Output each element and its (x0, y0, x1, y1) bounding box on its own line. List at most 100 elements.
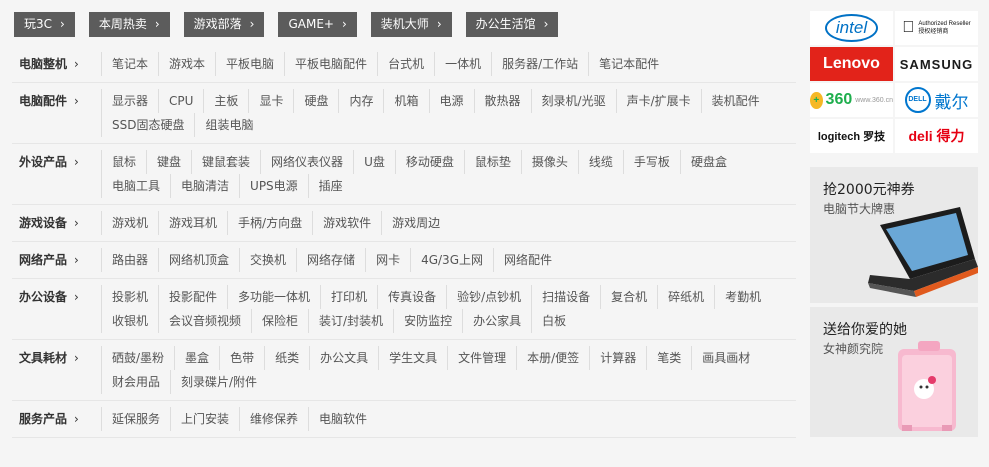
tag-weekly-hot[interactable]: 本周热卖 › (88, 12, 170, 37)
category-link[interactable]: 网络存储 (296, 248, 365, 272)
category-link[interactable]: 组装电脑 (194, 113, 263, 137)
category-link[interactable]: 验钞/点钞机 (446, 285, 531, 309)
category-link[interactable]: 刻录碟片/附件 (170, 370, 267, 394)
category-link[interactable]: 4G/3G上网 (410, 248, 493, 272)
brand-intel[interactable]: intel (810, 11, 893, 45)
category-link[interactable]: 路由器 (101, 248, 158, 272)
category-link[interactable]: 平板电脑配件 (284, 52, 377, 76)
category-link[interactable]: 计算器 (589, 346, 646, 370)
category-link[interactable]: 线缆 (577, 150, 623, 174)
category-link[interactable]: UPS电源 (239, 174, 308, 198)
category-title[interactable]: 办公设备 › (12, 285, 101, 309)
category-title[interactable]: 游戏设备 › (12, 211, 101, 235)
category-link[interactable]: 电脑清洁 (170, 174, 239, 198)
category-link[interactable]: 手柄/方向盘 (227, 211, 312, 235)
tag-wan3c[interactable]: 玩3C › (14, 12, 75, 37)
category-link[interactable]: 投影机 (101, 285, 158, 309)
category-link[interactable]: 网络机顶盒 (158, 248, 239, 272)
category-link[interactable]: 装订/封装机 (308, 309, 393, 333)
category-link[interactable]: 画具画材 (691, 346, 760, 370)
category-link[interactable]: 传真设备 (377, 285, 446, 309)
category-link[interactable]: 考勤机 (714, 285, 771, 309)
category-link[interactable]: 电脑软件 (308, 407, 377, 431)
category-link[interactable]: 白板 (531, 309, 576, 333)
category-link[interactable]: 一体机 (434, 52, 491, 76)
category-title[interactable]: 外设产品 › (12, 150, 101, 174)
brand-deli[interactable]: deli 得力 (895, 119, 978, 153)
category-link[interactable]: 手写板 (622, 150, 680, 174)
category-link[interactable]: 插座 (307, 174, 353, 198)
category-link[interactable]: 网卡 (365, 248, 410, 272)
category-link[interactable]: SSD固态硬盘 (101, 113, 194, 137)
category-link[interactable]: 安防监控 (393, 309, 462, 333)
category-link[interactable]: CPU (158, 89, 203, 113)
category-link[interactable]: 办公文具 (309, 346, 378, 370)
category-link[interactable]: 笔类 (646, 346, 691, 370)
category-link[interactable]: 鼠标 (101, 150, 146, 174)
category-link[interactable]: 键鼠套装 (191, 150, 260, 174)
brand-samsung[interactable]: SAMSUNG (895, 47, 978, 81)
category-link[interactable]: 纸类 (264, 346, 309, 370)
category-link[interactable]: 会议音频视频 (158, 309, 251, 333)
category-link[interactable]: 碎纸机 (657, 285, 714, 309)
category-link[interactable]: 学生文具 (378, 346, 447, 370)
category-title[interactable]: 电脑整机 › (12, 52, 101, 76)
brand-dell[interactable]: DELL 戴尔 (895, 83, 978, 117)
brand-logitech[interactable]: logitech 罗技 (810, 119, 893, 153)
category-link[interactable]: 移动硬盘 (394, 150, 464, 174)
category-link[interactable]: 刻录机/光驱 (530, 89, 616, 113)
category-link[interactable]: 墨盒 (174, 346, 219, 370)
category-link[interactable]: 办公家具 (462, 309, 531, 333)
category-link[interactable]: 游戏本 (158, 52, 215, 76)
category-link[interactable]: 延保服务 (101, 407, 170, 431)
category-link[interactable]: 主板 (203, 89, 248, 113)
category-link[interactable]: 显卡 (248, 89, 293, 113)
category-link[interactable]: 电源 (428, 89, 474, 113)
category-link[interactable]: 游戏机 (101, 211, 158, 235)
category-link[interactable]: 服务器/工作站 (491, 52, 588, 76)
category-link[interactable]: 投影配件 (158, 285, 227, 309)
category-link[interactable]: 平板电脑 (215, 52, 284, 76)
category-title[interactable]: 文具耗材 › (12, 346, 101, 370)
category-link[interactable]: 显示器 (101, 89, 158, 113)
category-link[interactable]: 散热器 (473, 89, 531, 113)
category-title[interactable]: 服务产品 › (12, 407, 101, 431)
category-link[interactable]: 复合机 (600, 285, 657, 309)
category-link[interactable]: 装机配件 (700, 89, 770, 113)
category-link[interactable]: 游戏耳机 (158, 211, 227, 235)
category-link[interactable]: 本册/便签 (516, 346, 589, 370)
tag-game-tribe[interactable]: 游戏部落 › (183, 12, 265, 37)
category-title[interactable]: 网络产品 › (12, 248, 101, 272)
category-link[interactable]: 游戏周边 (381, 211, 450, 235)
category-title[interactable]: 电脑配件 › (12, 89, 101, 113)
category-link[interactable]: 多功能一体机 (227, 285, 320, 309)
category-link[interactable]: 鼠标垫 (463, 150, 521, 174)
category-link[interactable]: 声卡/扩展卡 (615, 89, 701, 113)
category-link[interactable]: 笔记本配件 (588, 52, 669, 76)
promo-fridge[interactable]: 送给你爱的她 女神颜究院 (810, 307, 978, 437)
category-link[interactable]: 网络仪表仪器 (260, 150, 353, 174)
category-link[interactable]: 电脑工具 (101, 174, 170, 198)
brand-apple[interactable]:  Authorized Reseller授权经销商 (895, 11, 978, 45)
category-link[interactable]: 交换机 (239, 248, 296, 272)
category-link[interactable]: 保险柜 (251, 309, 308, 333)
category-link[interactable]: 扫描设备 (531, 285, 600, 309)
category-link[interactable]: 打印机 (320, 285, 377, 309)
category-link[interactable]: 文件管理 (447, 346, 516, 370)
brand-lenovo[interactable]: Lenovo (810, 47, 893, 81)
category-link[interactable]: 机箱 (383, 89, 428, 113)
category-link[interactable]: 色带 (219, 346, 264, 370)
tag-office-life[interactable]: 办公生活馆 › (465, 12, 559, 37)
category-link[interactable]: 硬盘盒 (679, 150, 737, 174)
category-link[interactable]: 收银机 (101, 309, 158, 333)
promo-laptop[interactable]: 抢2000元神券 电脑节大牌惠 (810, 167, 978, 303)
category-link[interactable]: 硒鼓/墨粉 (101, 346, 174, 370)
tag-pc-builder[interactable]: 装机大师 › (370, 12, 452, 37)
brand-360[interactable]: +360 www.360.cn (810, 83, 893, 117)
category-link[interactable]: 游戏软件 (312, 211, 381, 235)
category-link[interactable]: 网络配件 (493, 248, 562, 272)
category-link[interactable]: 笔记本 (101, 52, 158, 76)
category-link[interactable]: 摄像头 (520, 150, 578, 174)
category-link[interactable]: 硬盘 (293, 89, 338, 113)
category-link[interactable]: 财会用品 (101, 370, 170, 394)
